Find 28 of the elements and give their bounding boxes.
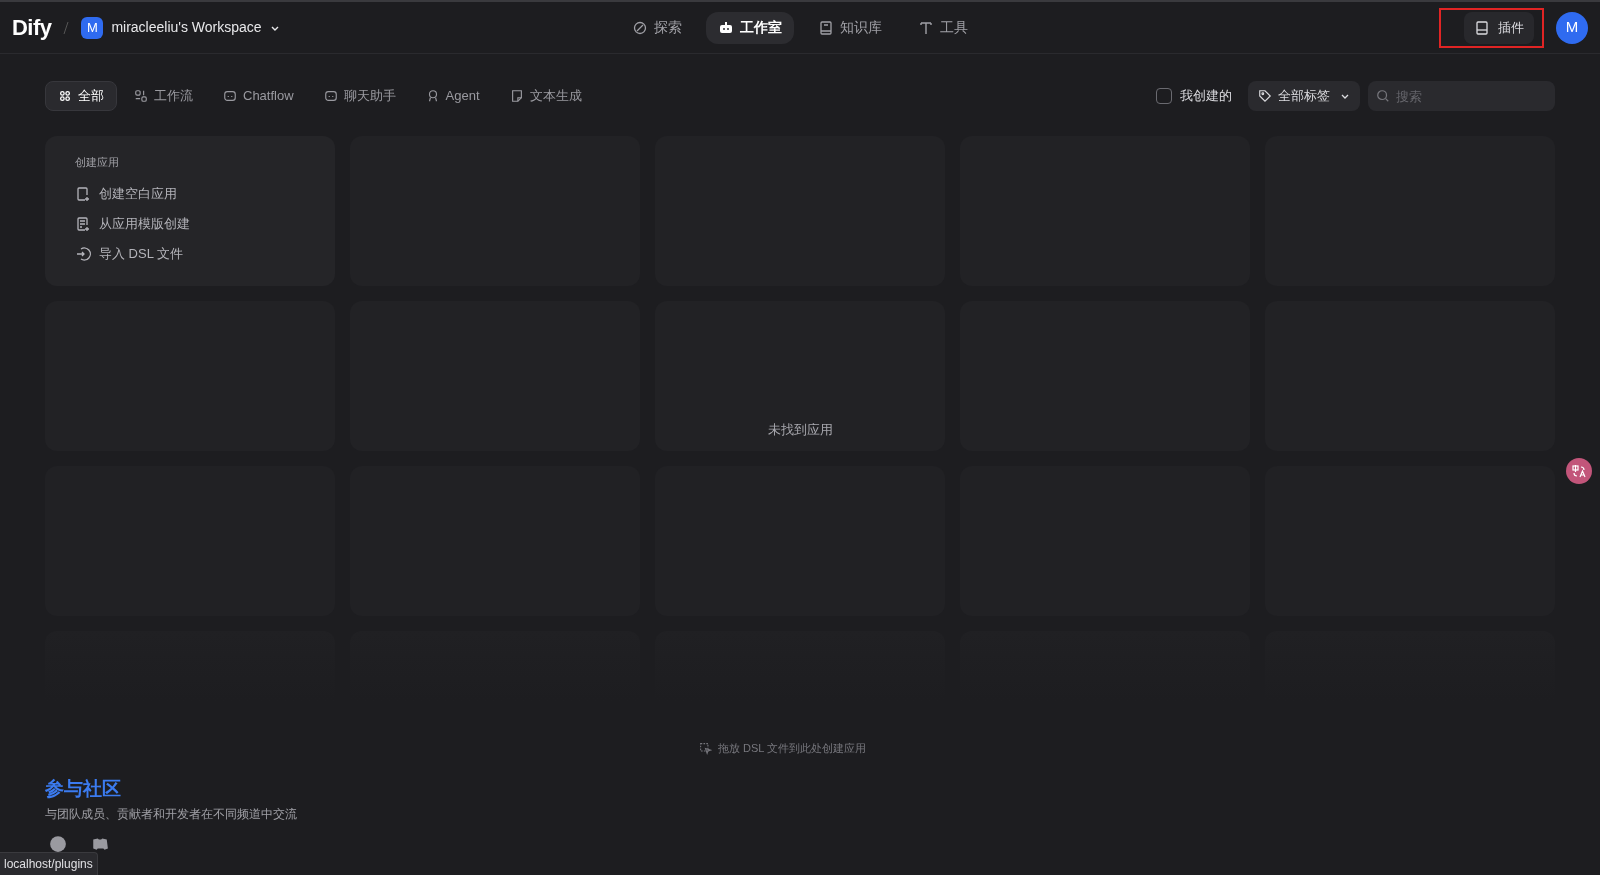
nav-tab[interactable]: 知识库 [806,11,894,44]
create-option[interactable]: 创建空白应用 [75,178,177,209]
workspace-selector[interactable]: M miracleeliu's Workspace [81,16,280,39]
workspace-avatar: M [81,16,104,39]
tag-filter[interactable]: 全部标签 [1248,81,1360,111]
create-option[interactable]: 从应用模版创建 [75,208,190,239]
filter-tab[interactable]: Agent [412,81,493,111]
filter-tab[interactable]: 全部 [45,81,117,111]
drop-hint: 拖放 DSL 文件到此处创建应用 [717,741,867,756]
card-title: 创建应用 [75,155,120,170]
nav-tab[interactable]: 探索 [620,11,694,44]
nav-tab[interactable]: 工具 [906,11,980,44]
status-url: localhost/plugins [0,852,98,875]
workspace-name: miracleeliu's Workspace [111,18,262,37]
filter-tab[interactable]: 工作流 [121,81,206,111]
nav-tab[interactable]: 工作室 [706,11,794,44]
logo[interactable]: Dify [12,11,52,44]
search-field[interactable]: 搜索 [1368,81,1555,111]
create-option[interactable]: 导入 DSL 文件 [75,238,184,269]
filter-tab[interactable]: 聊天助手 [310,81,409,111]
filter-tab[interactable]: 文本生成 [496,81,595,111]
user-avatar[interactable]: M [1556,11,1588,44]
community-subtitle: 与团队成员、贡献者和开发者在不同频道中交流 [45,806,298,823]
checkbox-label: 我创建的 [1180,87,1232,106]
community-title: 参与社区 [45,776,122,801]
empty-state-text: 未找到应用 [767,420,833,439]
filter-tab[interactable]: Chatflow [210,81,307,111]
plugins-button[interactable]: 插件 [1464,11,1534,44]
